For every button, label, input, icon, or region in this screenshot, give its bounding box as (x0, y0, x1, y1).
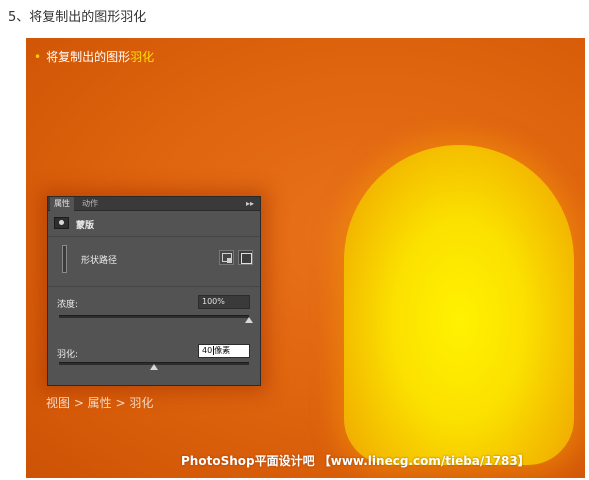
shape-path-row: 形状路径 (48, 237, 260, 287)
mask-icon (54, 217, 69, 229)
step-caption: • 将复制出的图形羽化 (34, 48, 154, 65)
select-mask-icon[interactable] (238, 250, 253, 265)
mask-label: 蒙版 (76, 221, 95, 231)
feather-slider[interactable] (59, 362, 249, 370)
density-slider[interactable] (59, 315, 253, 323)
document-canvas: • 将复制出的图形羽化 属性 动作 ▸▸ 蒙版 形状路径 浓度: 100% 羽化:… (26, 38, 585, 478)
tab-actions[interactable]: 动作 (78, 197, 102, 211)
density-label: 浓度: (57, 300, 79, 310)
feathered-capsule-shape (344, 145, 574, 465)
density-field[interactable]: 100% (198, 295, 250, 309)
caption-highlight: 羽化 (130, 50, 155, 64)
feather-label: 羽化: (57, 350, 79, 360)
panel-menu-icon[interactable]: ▸▸ (246, 197, 254, 210)
feather-unit: 像素 (214, 346, 231, 355)
panel-tab-bar: 属性 动作 ▸▸ (48, 197, 260, 211)
bullet-dot: • (34, 50, 42, 64)
step-heading: 5、将复制出的图形羽化 (8, 10, 147, 25)
tab-properties[interactable]: 属性 (50, 197, 74, 211)
feather-slider-thumb[interactable] (150, 364, 158, 370)
feather-value: 40 (202, 346, 215, 355)
feather-field[interactable]: 40 像素 (198, 344, 250, 358)
properties-panel: 属性 动作 ▸▸ 蒙版 形状路径 浓度: 100% 羽化: 40 像素 (47, 196, 261, 386)
caption-text: 将复制出的图形 (46, 50, 131, 64)
mask-header-row: 蒙版 (48, 211, 260, 237)
path-thumbnail (62, 245, 67, 273)
density-slider-thumb[interactable] (245, 317, 253, 323)
vector-mask-icon[interactable] (219, 250, 234, 265)
shape-path-label: 形状路径 (81, 256, 118, 266)
menu-path-caption: 视图 > 属性 > 羽化 (46, 396, 154, 410)
watermark: PhotoShop平面设计吧 【www.linecg.com/tieba/178… (181, 454, 530, 468)
